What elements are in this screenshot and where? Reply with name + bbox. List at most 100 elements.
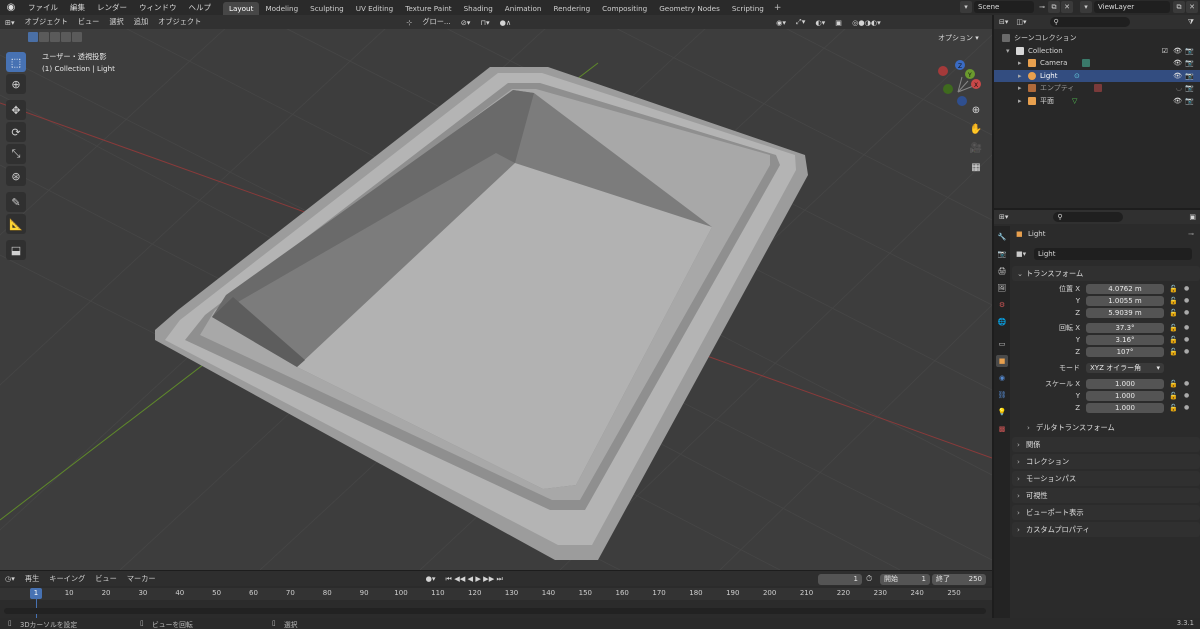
add-workspace-icon[interactable]: +: [770, 3, 786, 13]
keyframe-dot-icon[interactable]: ●: [1184, 378, 1189, 390]
scale-z-field[interactable]: 1.000: [1086, 403, 1164, 413]
playback-controls-icon[interactable]: ⏮ ◀◀ ◀ ▶ ▶▶ ⏭: [440, 574, 508, 584]
outliner-item-light[interactable]: ▸ Light ⊙ 👁 📷: [994, 69, 1200, 83]
relations-panel-header[interactable]: 関係: [1012, 437, 1200, 452]
move-tool-icon[interactable]: ✥: [6, 100, 26, 120]
render-camera-icon[interactable]: 📷: [1185, 45, 1194, 58]
new-view-layer-icon[interactable]: ⧉: [1173, 1, 1185, 13]
object-name-field[interactable]: Light: [1034, 248, 1192, 260]
perspective-grid-icon[interactable]: ▦: [968, 160, 984, 176]
rotate-tool-icon[interactable]: ⟳: [6, 122, 26, 142]
scale-x-field[interactable]: 1.000: [1086, 379, 1164, 389]
viewport-scene[interactable]: Y Z X: [0, 15, 992, 570]
properties-search-input[interactable]: ⚲: [1053, 212, 1124, 222]
expand-arrow-icon[interactable]: ▸: [1018, 82, 1022, 95]
new-scene-icon[interactable]: ⧉: [1048, 1, 1060, 13]
world-tab-icon[interactable]: 🌐: [996, 316, 1008, 328]
exclude-checkbox-icon[interactable]: ☑: [1162, 45, 1168, 58]
mode-selector[interactable]: オブジェクト: [20, 17, 73, 27]
scale-tool-icon[interactable]: ⤡: [6, 144, 26, 164]
pin-icon[interactable]: ⊸: [1188, 226, 1194, 242]
rotation-y-field[interactable]: 3.16°: [1086, 335, 1164, 345]
object-type-icon[interactable]: ■▾: [1016, 248, 1026, 260]
location-x-field[interactable]: 4.0762 m: [1086, 284, 1164, 294]
timeline-menu-marker[interactable]: マーカー: [122, 574, 161, 584]
measure-tool-icon[interactable]: 📐: [6, 214, 26, 234]
rotation-x-field[interactable]: 37.3°: [1086, 323, 1164, 333]
lock-icon[interactable]: 🔓: [1169, 378, 1178, 390]
keyframe-dot-icon[interactable]: ●: [1184, 402, 1189, 414]
delete-scene-icon[interactable]: ✕: [1061, 1, 1073, 13]
collections-panel-header[interactable]: コレクション: [1012, 454, 1200, 469]
proportional-edit-icon[interactable]: ●∧: [495, 18, 517, 27]
gizmo-toggle-icon[interactable]: ⤢▾: [791, 17, 810, 27]
timeline-ruler[interactable]: 1102030405060708090100110120130140150160…: [0, 588, 992, 600]
shading-modes-icon[interactable]: ◎●◑◐▾: [847, 18, 886, 27]
options-dropdown[interactable]: オプション ▾: [938, 33, 979, 43]
render-camera-icon[interactable]: 📷: [1185, 70, 1194, 83]
record-icon[interactable]: ●▾: [421, 574, 441, 583]
constraints-tab-icon[interactable]: ⛓: [996, 389, 1008, 401]
tray-mesh[interactable]: [155, 67, 808, 560]
transform-orientation-icon[interactable]: ⊹: [401, 18, 417, 27]
outliner-scene-collection[interactable]: シーンコレクション: [994, 32, 1200, 45]
navigation-gizmo[interactable]: Y Z X: [938, 60, 981, 106]
lock-icon[interactable]: 🔓: [1169, 346, 1178, 358]
display-mode-icon[interactable]: ◫▾: [1013, 18, 1029, 26]
snap-icon[interactable]: ⊓▾: [475, 18, 494, 27]
viewport-menu-select[interactable]: 選択: [104, 17, 128, 27]
tab-geometry-nodes[interactable]: Geometry Nodes: [653, 2, 726, 15]
outliner-search-input[interactable]: ⚲: [1049, 17, 1130, 27]
timeline-menu-view[interactable]: ビュー: [90, 574, 122, 584]
expand-arrow-icon[interactable]: ▸: [1018, 70, 1022, 83]
collection-tab-icon[interactable]: ▭: [996, 338, 1008, 350]
render-tab-icon[interactable]: 📷: [996, 248, 1008, 260]
select-extend-icon[interactable]: [39, 32, 49, 42]
object-tab-icon[interactable]: ■: [996, 355, 1008, 367]
tab-modeling[interactable]: Modeling: [259, 2, 304, 15]
expand-arrow-icon[interactable]: ▸: [1018, 95, 1022, 108]
lock-icon[interactable]: 🔓: [1169, 322, 1178, 334]
select-intersect-icon[interactable]: [72, 32, 82, 42]
visibility-hidden-icon[interactable]: ◡: [1176, 82, 1182, 95]
keyframe-dot-icon[interactable]: ●: [1184, 390, 1189, 402]
preview-range-icon[interactable]: ⏱: [866, 574, 872, 584]
rotation-z-field[interactable]: 107°: [1086, 347, 1164, 357]
keyframe-dot-icon[interactable]: ●: [1184, 295, 1189, 307]
visibility-eye-icon[interactable]: 👁: [1173, 45, 1182, 58]
custom-properties-panel-header[interactable]: カスタムプロパティ: [1012, 522, 1200, 537]
viewport-display-panel-header[interactable]: ビューポート表示: [1012, 505, 1200, 520]
menu-window[interactable]: ウィンドウ: [133, 0, 183, 15]
output-tab-icon[interactable]: 🖨: [996, 265, 1008, 277]
filter-icon[interactable]: ⧩: [1188, 18, 1200, 27]
visibility-eye-icon[interactable]: 👁: [1173, 70, 1182, 83]
outliner-editor-type-icon[interactable]: ⊟▾: [994, 18, 1013, 26]
visibility-panel-header[interactable]: 可視性: [1012, 488, 1200, 503]
tab-rendering[interactable]: Rendering: [547, 2, 596, 15]
location-y-field[interactable]: 1.0055 m: [1086, 296, 1164, 306]
delete-view-layer-icon[interactable]: ✕: [1186, 1, 1198, 13]
lock-icon[interactable]: 🔓: [1169, 390, 1178, 402]
menu-edit[interactable]: 編集: [64, 0, 91, 15]
menu-render[interactable]: レンダー: [91, 0, 133, 15]
pan-hand-icon[interactable]: ✋: [968, 122, 984, 138]
keyframe-dot-icon[interactable]: ●: [1184, 346, 1189, 358]
tab-scripting[interactable]: Scripting: [726, 2, 770, 15]
pin-icon[interactable]: ⊸: [1036, 1, 1048, 13]
outliner-item-collection[interactable]: ▾ Collection ☑ 👁 📷: [994, 45, 1200, 58]
visibility-eye-icon[interactable]: 👁: [1173, 57, 1182, 70]
properties-editor-type-icon[interactable]: ⊞▾: [994, 213, 1013, 221]
menu-help[interactable]: ヘルプ: [183, 0, 218, 15]
render-camera-icon[interactable]: 📷: [1185, 82, 1194, 95]
motion-paths-panel-header[interactable]: モーションパス: [1012, 471, 1200, 486]
lock-icon[interactable]: 🔓: [1169, 295, 1178, 307]
viewport-menu-view[interactable]: ビュー: [73, 17, 105, 27]
transform-tool-icon[interactable]: ⊛: [6, 166, 26, 186]
lock-icon[interactable]: 🔓: [1169, 334, 1178, 346]
overlay-toggle-icon[interactable]: ◐▾: [810, 18, 830, 27]
scale-y-field[interactable]: 1.000: [1086, 391, 1164, 401]
3d-viewport[interactable]: Y Z X ⊞▾ オブジェクト ビュー 選択 追加 オブジェクト ⊹ グロー..…: [0, 15, 992, 570]
view-layer-selector-icon[interactable]: ▾: [1080, 1, 1092, 13]
scene-name-field[interactable]: Scene: [974, 1, 1034, 13]
annotate-tool-icon[interactable]: ✎: [6, 192, 26, 212]
